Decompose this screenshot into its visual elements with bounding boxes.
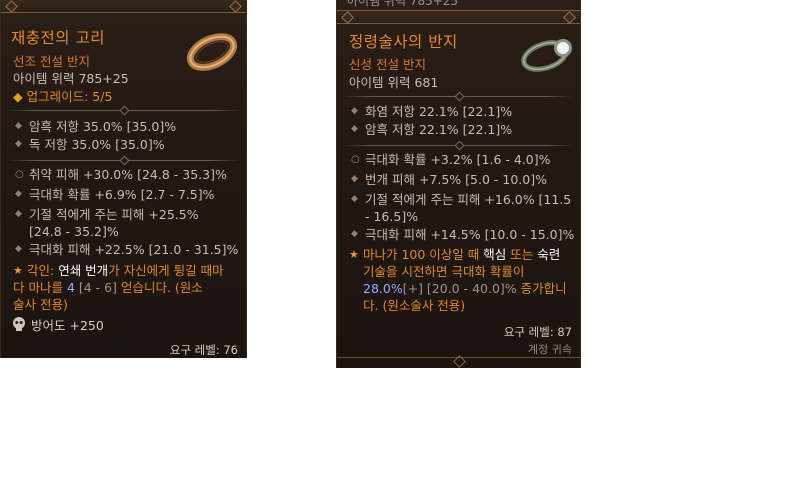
resist-line: ◆ 암흑 저항 35.0% [35.0]%	[15, 119, 177, 134]
diamond-bullet-icon: ◆	[351, 229, 358, 239]
diamond-bullet-icon: ◆	[351, 174, 358, 184]
diamond-bullet-icon: ◆	[15, 244, 22, 254]
upgrade-diamond-icon: ◆	[13, 89, 23, 104]
gold-ring-icon	[186, 33, 238, 71]
aspect-line: ★ 마나가 100 이상일 때 핵심 또는 숙련 기술을 시전하면 극대화 확률…	[349, 247, 567, 313]
diamond-bullet-icon: ◆	[15, 189, 22, 199]
required-level: 요구 레벨: 76	[169, 343, 238, 357]
armor-value: 방어도 +250	[31, 318, 104, 333]
affix-line: ◆ 번개 피해 +7.5% [5.0 - 10.0]%	[351, 172, 547, 187]
affix-line: ◆ 극대화 피해 +14.5% [10.0 - 15.0]%	[351, 227, 575, 242]
item-power: 아이템 위력 785+25	[13, 71, 129, 86]
armor-skull-icon	[13, 317, 25, 331]
tooltip-top-border	[1, 0, 246, 13]
account-bound: 계정 귀속	[528, 343, 572, 356]
silver-ring-icon	[521, 39, 572, 72]
affix-line: ○ 취약 피해 +30.0% [24.8 - 35.3]%	[15, 167, 227, 182]
affix-line: ◆ 기절 적에게 주는 피해 +25.5% [24.8 - 35.2]%	[15, 207, 199, 239]
diamond-bullet-icon: ◆	[351, 194, 358, 204]
affix-line: ◆ 극대화 피해 +22.5% [21.0 - 31.5]%	[15, 242, 239, 257]
section-divider	[345, 140, 573, 151]
resist-line: ◆ 화염 저항 22.1% [22.1]%	[351, 104, 513, 119]
item-power: 아이템 위력 681	[349, 75, 439, 90]
section-divider	[9, 155, 239, 166]
section-divider	[345, 91, 573, 102]
diamond-bullet-icon: ◆	[351, 124, 358, 134]
tooltip-bottom-border	[337, 355, 580, 368]
diamond-bullet-icon: ◆	[15, 121, 22, 131]
aspect-line: ★ 각인: 연쇄 번개가 자신에게 튕길 때마 다 마나를 4 [4 - 6] …	[13, 263, 224, 312]
item-rarity: 신성 전설 반지	[349, 57, 426, 72]
item-title: 정령술사의 반지	[349, 33, 458, 51]
item-upgrade: ◆ 업그레이드: 5/5	[13, 89, 113, 104]
item-title: 재충전의 고리	[11, 29, 105, 47]
star-bullet-icon: ★	[13, 264, 23, 277]
resist-line: ◆ 암흑 저항 22.1% [22.1]%	[351, 122, 513, 137]
item-tooltip-recharge-ring: 재충전의 고리 선조 전설 반지 아이템 위력 785+25 ◆ 업그레이드: 5…	[0, 0, 247, 358]
item-tooltip-elementalist-ring: 아이템 위력 785+25 정령술사의 반지 신성 전설 반지 아이템 위력 6…	[336, 0, 581, 368]
required-level: 요구 레벨: 87	[503, 325, 572, 339]
affix-line: ◆ 기절 적에게 주는 피해 +16.0% [11.5 - 16.5]%	[351, 192, 572, 224]
affix-line: ○ 극대화 확률 +3.2% [1.6 - 4.0]%	[351, 152, 551, 167]
affix-line: ◆ 극대화 확률 +6.9% [2.7 - 7.5]%	[15, 187, 215, 202]
diamond-bullet-icon: ◆	[15, 209, 22, 219]
star-bullet-icon: ★	[349, 248, 359, 261]
resist-line: ◆ 독 저항 35.0% [35.0]%	[15, 137, 165, 152]
circle-bullet-icon: ○	[15, 169, 24, 180]
diamond-bullet-icon: ◆	[15, 139, 22, 149]
section-divider	[9, 105, 239, 116]
tooltip-top-border	[337, 10, 580, 24]
previous-tooltip-cut-text: 아이템 위력 785+25	[347, 0, 459, 8]
circle-bullet-icon: ○	[351, 154, 360, 165]
diamond-bullet-icon: ◆	[351, 106, 358, 116]
